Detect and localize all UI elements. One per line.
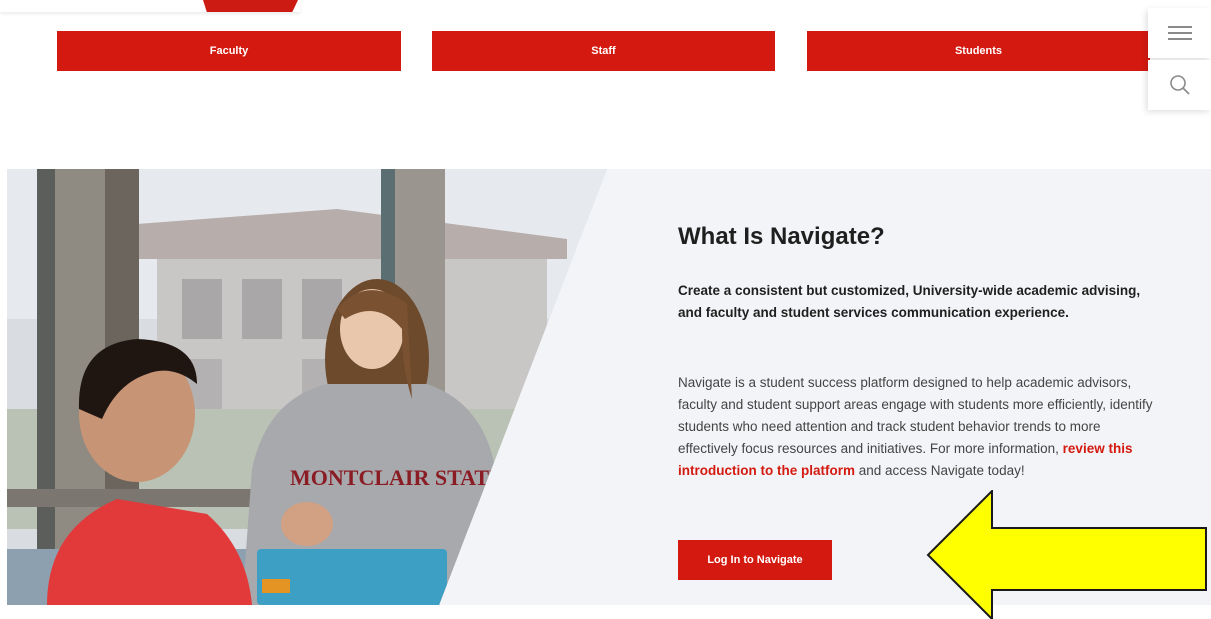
log-in-to-navigate-button[interactable]: Log In to Navigate (678, 540, 832, 580)
students-photo: MONTCLAIR STATE (7, 169, 607, 605)
search-toggle-button[interactable] (1148, 60, 1211, 110)
page: Faculty Staff Students MONTCLAIR STATE W… (0, 0, 1211, 619)
search-icon (1169, 75, 1190, 95)
yellow-arrow-annotation (926, 490, 1207, 619)
students-button[interactable]: Students (807, 31, 1150, 71)
faculty-button[interactable]: Faculty (57, 31, 401, 71)
body-text-end: and access Navigate today! (854, 463, 1025, 478)
hamburger-menu-icon (1167, 26, 1192, 40)
sweatshirt-text: MONTCLAIR STATE (290, 465, 504, 490)
section-body-text: Navigate is a student success platform d… (678, 372, 1156, 482)
menu-toggle-button[interactable] (1148, 8, 1211, 58)
section-heading: What Is Navigate? (678, 223, 885, 250)
staff-button[interactable]: Staff (432, 31, 775, 71)
section-lead-text: Create a consistent but customized, Univ… (678, 283, 1141, 320)
top-red-tab (203, 0, 298, 12)
